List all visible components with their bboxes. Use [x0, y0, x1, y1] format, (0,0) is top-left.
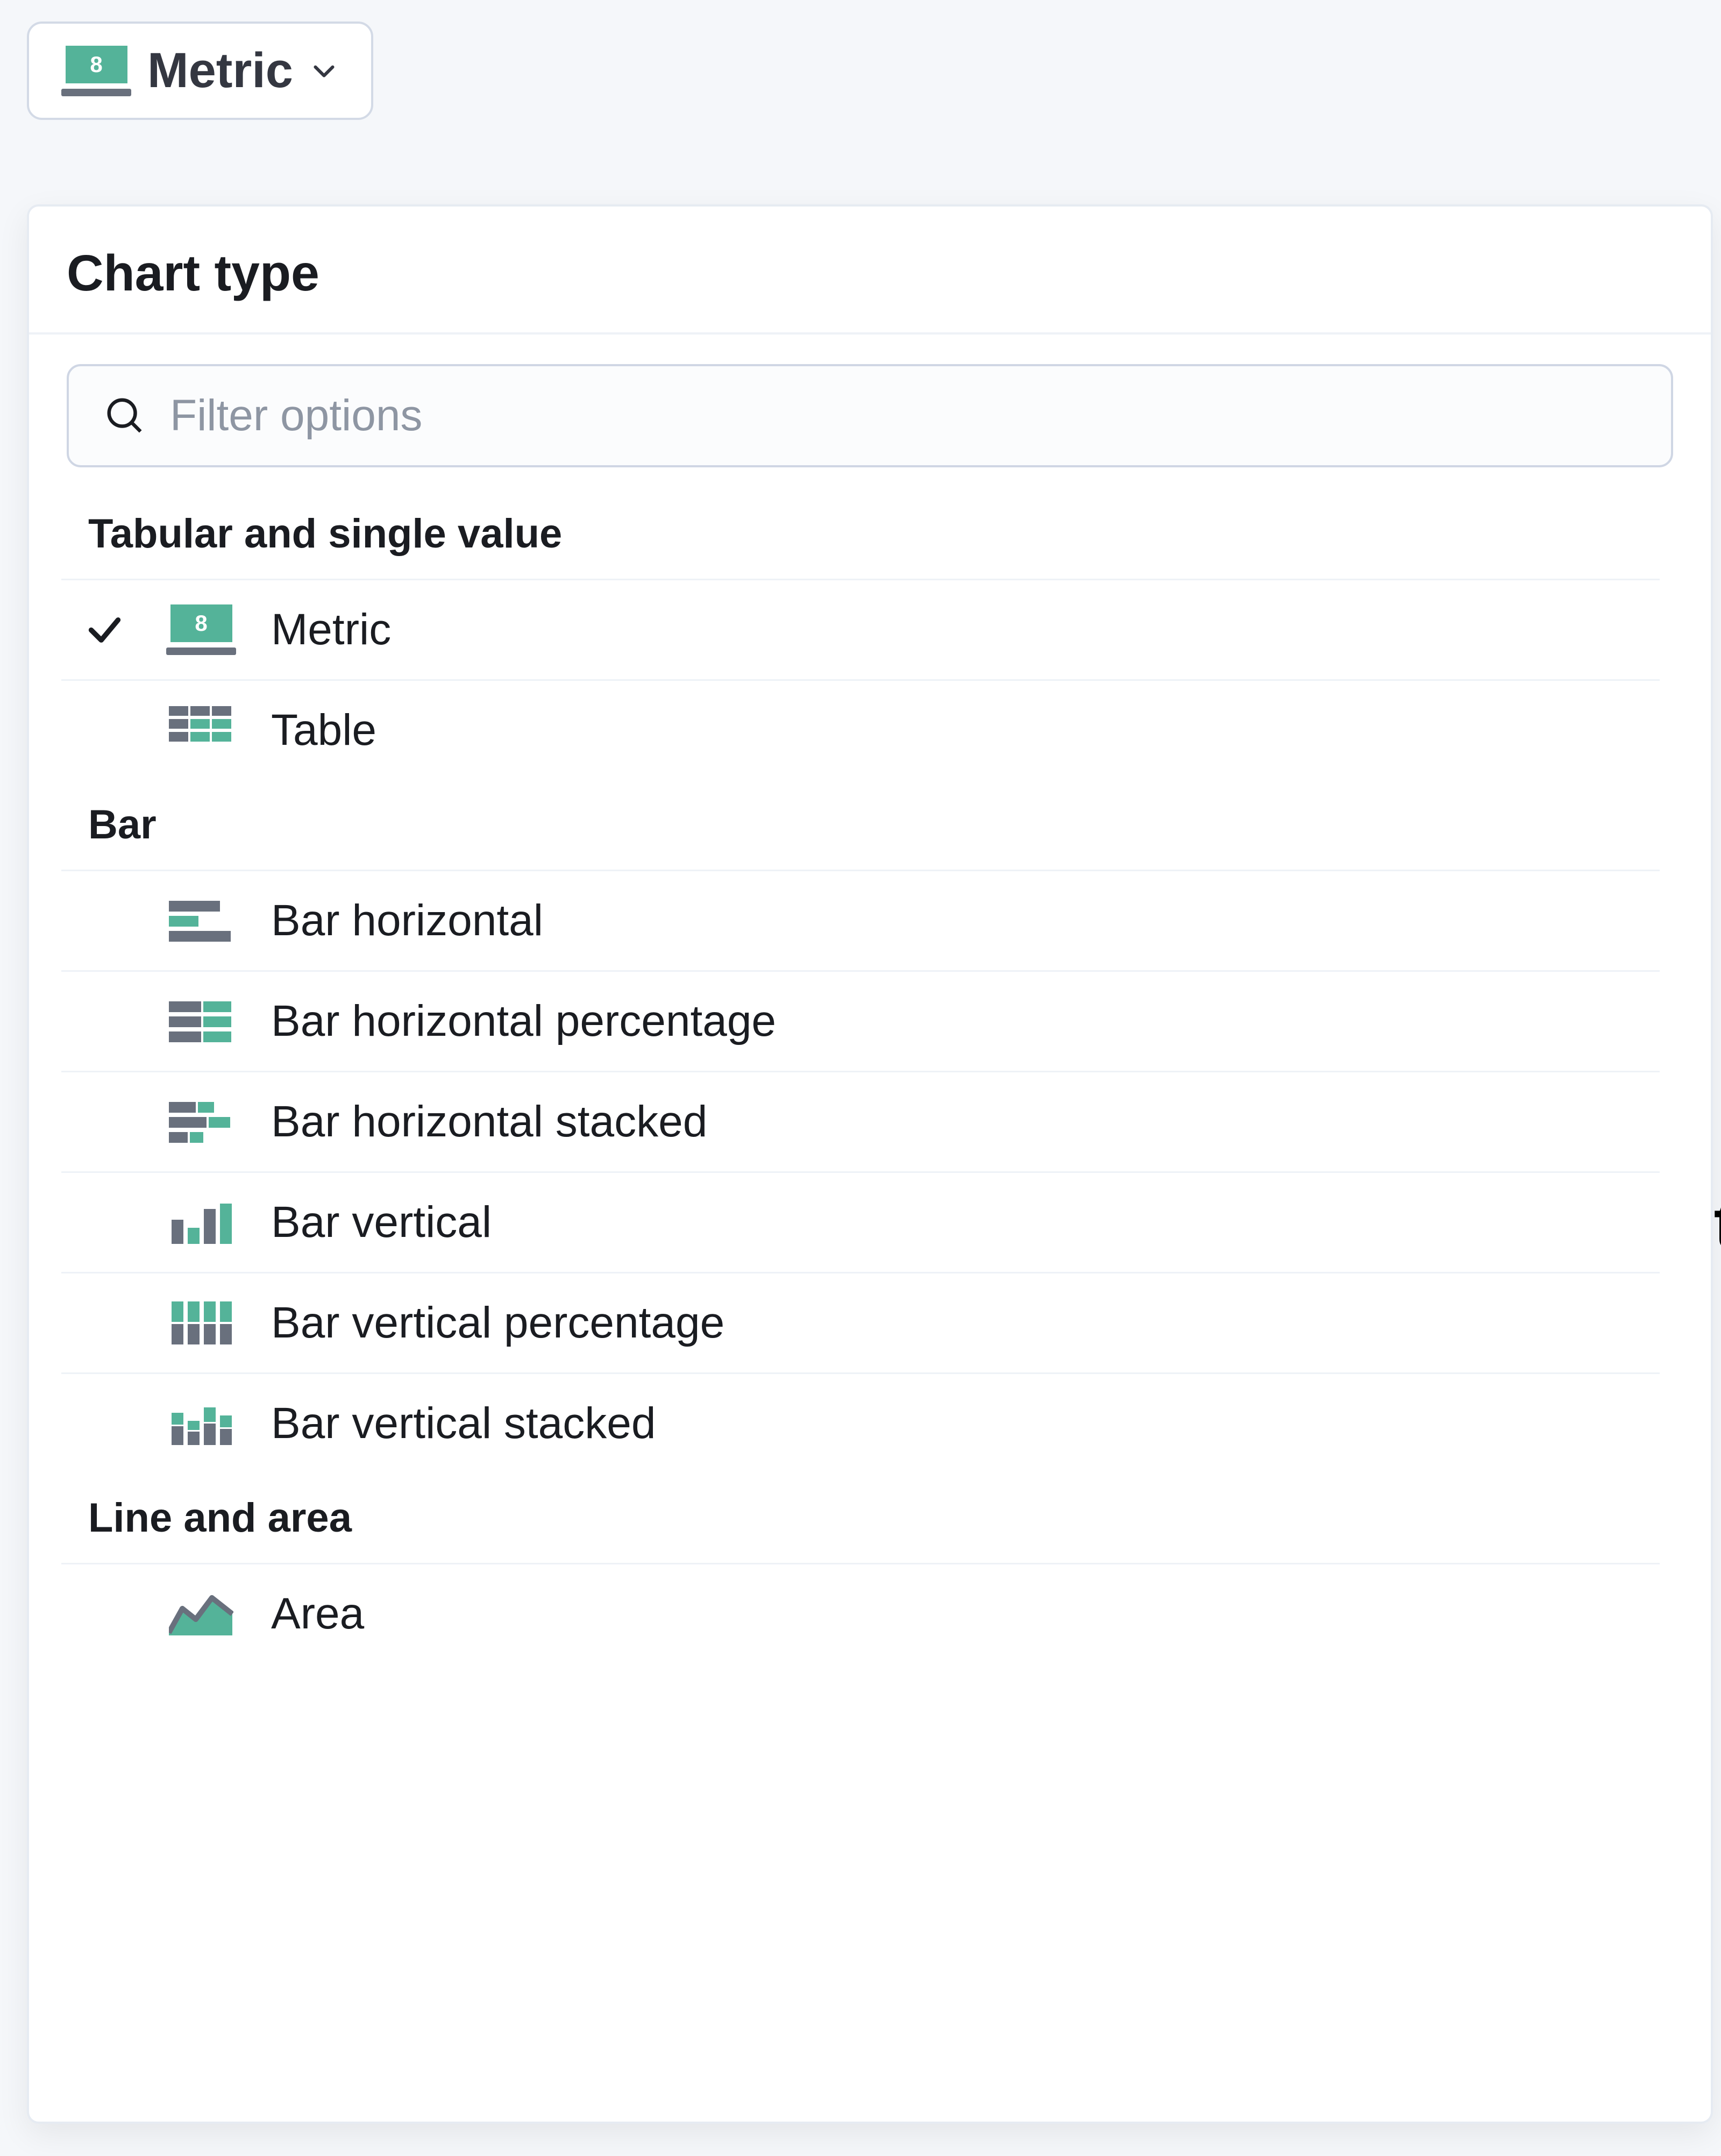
group-label: Line and area: [61, 1473, 1660, 1563]
filter-options-field[interactable]: [67, 364, 1673, 467]
option-label: Area: [271, 1589, 364, 1639]
option-bar_vertical_percentage[interactable]: Bar vertical percentage: [61, 1272, 1660, 1372]
option-label: Bar horizontal stacked: [271, 1097, 707, 1147]
option-table[interactable]: Table: [61, 679, 1660, 780]
option-bar_horizontal_percentage[interactable]: Bar horizontal percentage: [61, 970, 1660, 1071]
option-bar_horizontal_stacked[interactable]: Bar horizontal stacked: [61, 1071, 1660, 1171]
area-icon: [169, 1590, 233, 1638]
bar_v-icon: [169, 1198, 233, 1247]
chart-type-trigger[interactable]: 8 Metric: [27, 22, 373, 120]
icon-slot: 8: [163, 604, 239, 655]
option-label: Table: [271, 705, 376, 756]
icon-slot: [163, 1590, 239, 1638]
popover-title: Chart type: [67, 244, 1673, 303]
clipped-text-fragment: t: [1714, 1183, 1721, 1264]
chevron-down-icon: [309, 56, 339, 86]
option-label: Metric: [271, 604, 391, 655]
search-icon: [104, 395, 146, 437]
table-icon: [169, 706, 233, 755]
option-bar_vertical_stacked[interactable]: Bar vertical stacked: [61, 1372, 1660, 1473]
bar_h_pct-icon: [169, 997, 233, 1045]
chart-type-list[interactable]: Tabular and single value 8 Metric Table Bar B…: [61, 489, 1692, 2105]
bar_v_pct-icon: [169, 1299, 233, 1347]
option-label: Bar vertical percentage: [271, 1298, 724, 1348]
popover-header: Chart type: [29, 207, 1711, 335]
icon-slot: [163, 1198, 239, 1247]
metric-badge-number: 8: [90, 52, 102, 77]
bar_h-icon: [169, 896, 233, 945]
metric-icon: 8: [61, 46, 131, 96]
option-label: Bar vertical stacked: [271, 1398, 656, 1449]
option-metric[interactable]: 8 Metric: [61, 579, 1660, 679]
check-slot: [77, 610, 131, 650]
check-icon: [84, 610, 125, 650]
option-bar_horizontal[interactable]: Bar horizontal: [61, 870, 1660, 970]
icon-slot: [163, 896, 239, 945]
filter-options-input[interactable]: [170, 390, 1636, 441]
bar_h_stk-icon: [169, 1098, 233, 1146]
group-label: Tabular and single value: [61, 489, 1660, 579]
option-label: Bar horizontal percentage: [271, 996, 776, 1047]
icon-slot: [163, 997, 239, 1045]
metric-icon: 8: [166, 604, 236, 655]
icon-slot: [163, 1399, 239, 1448]
option-label: Bar horizontal: [271, 895, 543, 946]
group-label: Bar: [61, 780, 1660, 870]
icon-slot: [163, 706, 239, 755]
icon-slot: [163, 1098, 239, 1146]
chart-type-popover: Chart type Tabular and single value 8 Metr…: [27, 204, 1713, 2124]
option-bar_vertical[interactable]: Bar vertical: [61, 1171, 1660, 1272]
chart-type-selected-label: Metric: [147, 42, 293, 99]
bar_v_stk-icon: [169, 1399, 233, 1448]
icon-slot: [163, 1299, 239, 1347]
option-label: Bar vertical: [271, 1197, 492, 1248]
option-area[interactable]: Area: [61, 1563, 1660, 1663]
